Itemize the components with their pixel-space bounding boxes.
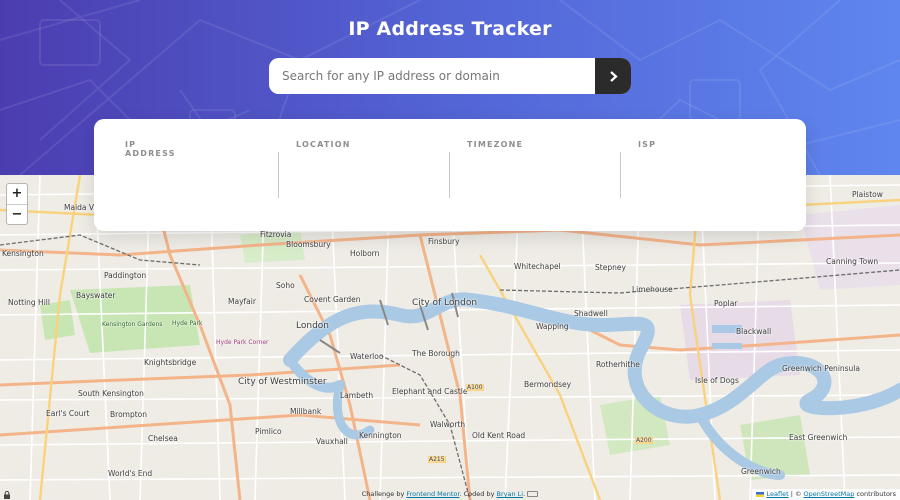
divider [620, 152, 621, 198]
map-label: Old Kent Road [472, 431, 526, 440]
map-label: Canning Town [826, 257, 879, 266]
map-zoom-control: + − [6, 183, 28, 225]
map-label: Rotherhithe [596, 360, 640, 369]
map-label: Isle of Dogs [695, 376, 739, 385]
ip-info-card: IP ADDRESS LOCATION TIMEZONE ISP [94, 119, 806, 231]
map-label: Pimlico [255, 427, 282, 436]
credit-text: . [523, 490, 526, 498]
divider [278, 152, 279, 198]
map-label: Hyde Park [172, 320, 203, 327]
page-title: IP Address Tracker [348, 18, 552, 40]
divider [449, 152, 450, 198]
map-label: Limehouse [632, 285, 673, 294]
map-label: Covent Garden [304, 295, 361, 304]
search-submit-button[interactable] [595, 58, 631, 94]
map-label: Whitechapel [514, 262, 561, 271]
map-label: Notting Hill [8, 298, 50, 307]
map-label: Earl's Court [46, 409, 90, 418]
map-label: Elephant and Castle [392, 387, 468, 396]
map-label: A215 [428, 456, 446, 463]
map-label: Millbank [290, 407, 322, 416]
map-attribution: Leaflet | © OpenStreetMap contributors [752, 489, 900, 500]
map-label: Kensington Gardens [102, 321, 163, 328]
author-link[interactable]: Bryan Li [497, 490, 524, 498]
map-label: Fitzrovia [260, 230, 292, 239]
leaflet-link[interactable]: Leaflet [766, 490, 788, 498]
zoom-out-button[interactable]: − [7, 205, 27, 225]
map-label: Shadwell [574, 309, 608, 318]
map-label: Mayfair [228, 297, 256, 306]
map-label: Poplar [714, 299, 738, 308]
map-label: City of London [412, 298, 478, 308]
map-label: Bayswater [76, 291, 116, 300]
map-label: Plaistow [852, 190, 883, 199]
map-label: The Borough [412, 349, 460, 358]
map-label: Lambeth [340, 391, 374, 400]
toggle-icon [527, 491, 539, 497]
ip-address-label: IP ADDRESS [125, 140, 176, 158]
search-input[interactable] [269, 58, 595, 94]
frontend-mentor-link[interactable]: Frontend Mentor [406, 490, 459, 498]
location-label: LOCATION [296, 140, 351, 149]
map-label: Kensington [2, 249, 44, 258]
attribution-bar: Challenge by Frontend Mentor. Coded by B… [0, 489, 900, 500]
map-label: Paddington [104, 271, 147, 280]
map-label: Greenwich [741, 467, 781, 476]
map-label: Knightsbridge [144, 358, 197, 367]
attribution-text: | © [790, 490, 802, 498]
attribution-text: contributors [856, 490, 896, 498]
map-label: Walworth [430, 420, 466, 429]
map-label: Bermondsey [524, 380, 572, 389]
map-label: Chelsea [148, 434, 178, 443]
openstreetmap-link[interactable]: OpenStreetMap [804, 490, 855, 498]
map-label: Holborn [350, 249, 380, 258]
map-label: Hyde Park Corner [216, 339, 269, 346]
map-label: Finsbury [428, 237, 460, 246]
map-label: South Kensington [78, 389, 144, 398]
map-label: Bloomsbury [286, 240, 331, 249]
map-label: Waterloo [350, 352, 384, 361]
map-label: A200 [635, 437, 653, 444]
map-label: A100 [466, 384, 484, 391]
map-label: London [296, 321, 329, 331]
map-label: Wapping [536, 322, 569, 331]
map-label: Stepney [595, 263, 626, 272]
chevron-right-icon [609, 70, 618, 82]
credit-text: Challenge by [361, 490, 405, 498]
map-label: Brompton [110, 410, 148, 419]
map-label: Soho [276, 281, 295, 290]
isp-label: ISP [638, 140, 657, 149]
map-label: Greenwich Peninsula [782, 364, 860, 373]
map-label: Vauxhall [316, 437, 348, 446]
map-label: Kennington [359, 431, 402, 440]
map-label: East Greenwich [789, 433, 848, 442]
timezone-label: TIMEZONE [467, 140, 524, 149]
credit-text: . Coded by [459, 490, 495, 498]
map-label: Blackwall [736, 327, 772, 336]
zoom-in-button[interactable]: + [7, 184, 27, 205]
map-label: World's End [108, 469, 153, 478]
search-bar [269, 58, 631, 94]
map-label: City of Westminster [238, 377, 327, 387]
ukraine-flag-icon [756, 491, 765, 497]
